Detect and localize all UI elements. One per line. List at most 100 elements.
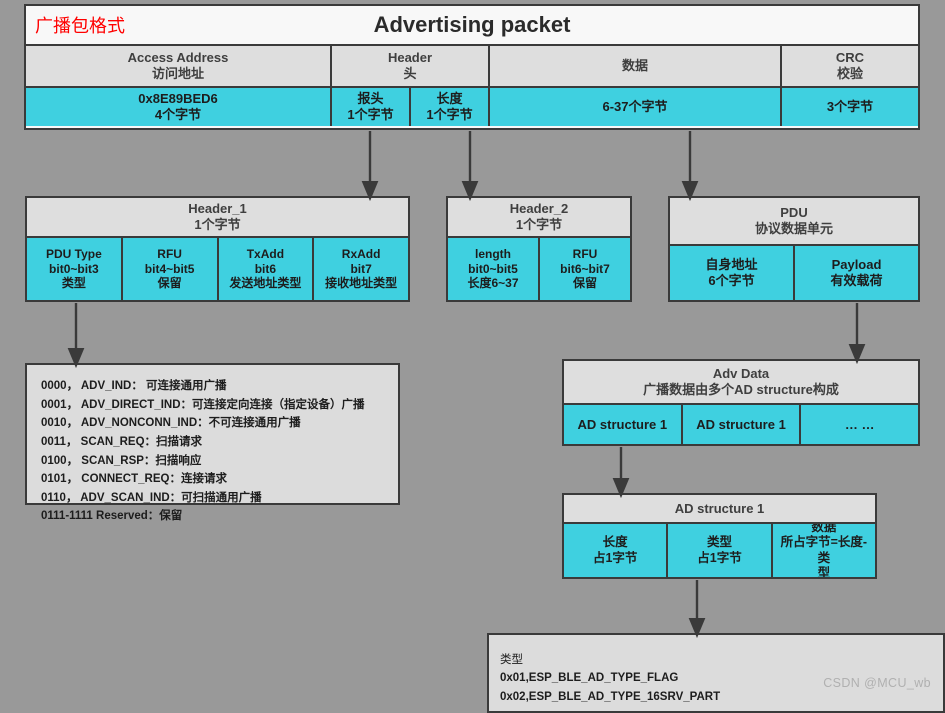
pdu-title-text: PDU: [780, 205, 808, 221]
diagram-canvas: Advertising packet 广播包格式 Access Address …: [0, 0, 945, 713]
header1-title-text: Header_1: [188, 201, 247, 217]
ad-type-line: 0x02,ESP_BLE_AD_TYPE_16SRV_PART: [500, 690, 721, 703]
packet-value-crc: 3个字节: [782, 88, 918, 126]
header2-block: Header_2 1个字节 length bit0~bit5 长度6~37 RF…: [446, 196, 632, 302]
field-line-1: RFU: [572, 247, 598, 262]
value-line-2: 4个字节: [154, 107, 202, 122]
field-line-3: 类型: [61, 276, 86, 291]
header2-field-rfu: RFU bit6~bit7 保留: [540, 238, 630, 300]
header1-fields: PDU Type bit0~bit3 类型 RFU bit4~bit5 保留 T…: [27, 238, 408, 300]
pdu-type-line: 0100， SCAN_RSP：扫描响应: [41, 454, 202, 467]
adv-data-block: Adv Data 广播数据由多个AD structure构成 AD struct…: [562, 359, 920, 446]
adv-data-cells: AD structure 1 AD structure 1 … …: [564, 405, 919, 444]
header2-title: Header_2 1个字节: [448, 198, 630, 238]
value-line-2: 1个字节: [426, 107, 473, 122]
pdu-fields: 自身地址 6个字节 Payload 有效载荷: [670, 246, 918, 300]
packet-value-data: 6-37个字节: [490, 88, 782, 126]
field-line-1: PDU Type: [45, 247, 102, 262]
pdu-type-line: 0001， ADV_DIRECT_IND：可连接定向连接（指定设备）广播: [41, 398, 365, 411]
header1-block: Header_1 1个字节 PDU Type bit0~bit3 类型 RFU …: [25, 196, 410, 302]
field-line-1: length: [475, 247, 511, 262]
field-line-2: 占1字节: [592, 550, 638, 565]
ad-structure-block: AD structure 1 长度 占1字节 类型 占1字节 数据 所占字节=长…: [562, 493, 877, 579]
packet-column-access-address: Access Address 访问地址: [26, 46, 332, 86]
pdu-field-own-address: 自身地址 6个字节: [670, 246, 795, 300]
packet-header-row: Access Address 访问地址 Header 头 数据 CRC 校验: [26, 46, 918, 88]
ad-structure-title-text: AD structure 1: [674, 500, 765, 516]
packet-value-header-2: 长度 1个字节: [411, 88, 490, 126]
pdu-block: PDU 协议数据单元 自身地址 6个字节 Payload 有效载荷: [668, 196, 920, 302]
value-line-1: 0x8E89BED6: [138, 90, 218, 106]
adv-data-cell-1: AD structure 1: [564, 405, 683, 444]
ad-type-heading: 类型: [500, 654, 523, 666]
packet-format-tag: 广播包格式: [35, 16, 125, 36]
header2-fields: length bit0~bit5 长度6~37 RFU bit6~bit7 保留: [448, 238, 630, 300]
adv-data-title: Adv Data 广播数据由多个AD structure构成: [564, 361, 918, 405]
header1-field-rxadd: RxAdd bit7 接收地址类型: [314, 238, 408, 300]
column-label-cn: 数据: [621, 57, 648, 73]
field-line-3: 型: [817, 565, 831, 577]
field-line-2: bit6: [254, 261, 277, 276]
field-line-3: 接收地址类型: [325, 276, 398, 291]
ad-structure-field-type: 类型 占1字节: [668, 524, 773, 577]
packet-column-crc: CRC 校验: [782, 46, 918, 86]
adv-data-subtitle-text: 广播数据由多个AD structure构成: [643, 382, 839, 397]
field-line-1: 类型: [706, 535, 732, 550]
header1-field-txadd: TxAdd bit6 发送地址类型: [218, 238, 315, 300]
packet-value-access-address: 0x8E89BED6 4个字节: [26, 88, 332, 126]
column-label-cn: 校验: [836, 66, 863, 81]
packet-title-row: Advertising packet 广播包格式: [26, 6, 918, 46]
ad-structure-field-data: 数据 所占字节=长度-类 型: [772, 524, 875, 577]
field-line-3: 发送地址类型: [229, 276, 302, 291]
pdu-type-line: 0010， ADV_NONCONN_IND：不可连接通用广播: [41, 417, 301, 430]
header2-title-text: Header_2: [509, 201, 569, 217]
packet-value-header-1: 报头 1个字节: [332, 88, 411, 126]
field-line-1: 自身地址: [705, 257, 758, 273]
header1-title: Header_1 1个字节: [27, 198, 408, 238]
value-line-1: 报头: [357, 90, 384, 106]
ad-structure-fields: 长度 占1字节 类型 占1字节 数据 所占字节=长度-类 型: [564, 524, 875, 577]
field-line-3: 保留: [572, 276, 597, 291]
advertising-packet-table: Advertising packet 广播包格式 Access Address …: [24, 4, 920, 130]
adv-data-cell-2: AD structure 1: [682, 405, 802, 444]
field-line-1: TxAdd: [246, 247, 285, 262]
field-line-1: 长度: [602, 535, 628, 550]
header1-subtitle-text: 1个字节: [194, 217, 241, 232]
packet-value-row: 0x8E89BED6 4个字节 报头 1个字节 长度 1个字节 6-37个字节 …: [26, 88, 918, 126]
field-line-1: Payload: [831, 257, 882, 273]
field-line-2: 有效载荷: [830, 273, 883, 288]
value-line-1: 长度: [436, 90, 463, 106]
field-line-1: RxAdd: [341, 247, 381, 262]
header2-field-length: length bit0~bit5 长度6~37: [448, 238, 540, 300]
header1-field-rfu: RFU bit4~bit5 保留: [122, 238, 219, 300]
field-line-3: 长度6~37: [467, 276, 519, 291]
field-line-2: 所占字节=长度-类: [780, 535, 868, 565]
column-label-en: CRC: [835, 49, 865, 65]
field-line-2: 6个字节: [708, 273, 755, 288]
pdu-type-line: 0011， SCAN_REQ：扫描请求: [41, 435, 203, 448]
column-label-en: Access Address: [127, 49, 229, 65]
pdu-type-line: 0101， CONNECT_REQ：连接请求: [41, 473, 227, 486]
value-line-1: 6-37个字节: [602, 98, 668, 114]
pdu-type-line: 0110， ADV_SCAN_IND：可扫描通用广播: [41, 491, 262, 504]
column-label-cn: 访问地址: [151, 66, 204, 81]
page-title: Advertising packet: [373, 12, 571, 37]
packet-column-data: 数据: [490, 46, 782, 86]
pdu-title: PDU 协议数据单元: [670, 198, 918, 246]
adv-data-cell-more: … …: [801, 405, 919, 444]
packet-column-header: Header 头: [332, 46, 490, 86]
field-line-2: bit7: [350, 261, 372, 276]
pdu-field-payload: Payload 有效载荷: [795, 246, 918, 300]
header1-field-pdu-type: PDU Type bit0~bit3 类型: [27, 238, 123, 300]
field-line-2: bit4~bit5: [144, 261, 195, 276]
ad-structure-field-length: 长度 占1字节: [564, 524, 669, 577]
field-line-2: 占1字节: [697, 550, 742, 565]
ad-type-list: 类型 0x01,ESP_BLE_AD_TYPE_FLAG 0x02,ESP_BL…: [487, 633, 945, 713]
ad-structure-title: AD structure 1: [564, 495, 875, 524]
field-line-2: bit6~bit7: [560, 261, 610, 276]
column-label-en: Header: [387, 49, 433, 65]
csdn-watermark: CSDN @MCU_wb: [823, 676, 931, 690]
value-line-2: 1个字节: [347, 107, 394, 122]
field-line-1: 数据: [811, 524, 837, 534]
field-line-2: bit0~bit3: [49, 261, 99, 276]
